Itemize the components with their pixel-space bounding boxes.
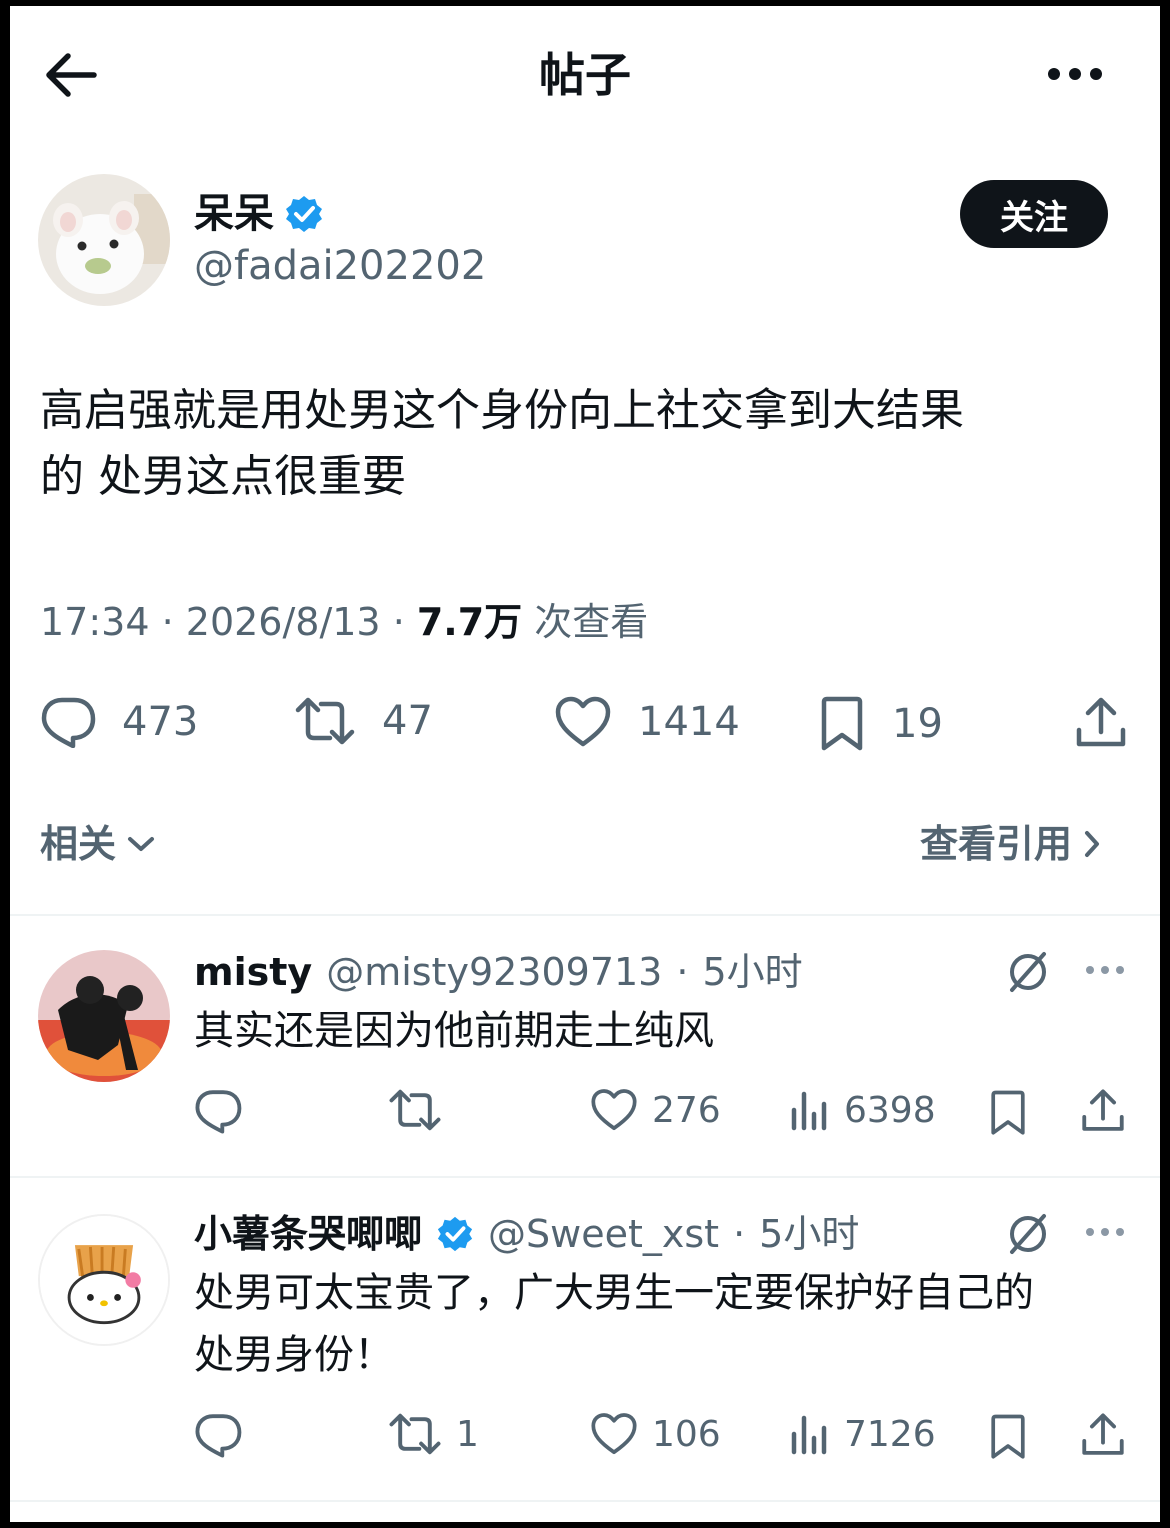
comment-header: 小薯条哭唧唧 @Sweet_xst · 5小时 [194, 1212, 859, 1256]
comment-dot: · [676, 950, 689, 994]
comment-like-action[interactable]: 106 [590, 1412, 721, 1456]
author-avatar[interactable] [38, 174, 170, 306]
comment-time: 5小时 [702, 950, 803, 994]
comment-share-button[interactable] [1080, 1088, 1126, 1134]
more-dots-icon [1086, 1228, 1124, 1236]
comment-bookmark-button[interactable] [988, 1090, 1028, 1136]
comment-text-line: 处男身份！ [194, 1332, 394, 1378]
verified-badge-icon [286, 196, 322, 232]
reply-action[interactable]: 473 [40, 696, 198, 748]
reply-count: 473 [122, 699, 199, 745]
repost-count: 47 [382, 698, 433, 744]
author-name-row[interactable]: 呆呆 [194, 192, 324, 236]
more-dots-icon [1086, 966, 1124, 974]
bookmark-count: 19 [892, 701, 943, 747]
grok-icon [1010, 1214, 1046, 1254]
author-name: 呆呆 [194, 191, 274, 237]
like-count: 1414 [638, 699, 740, 745]
views-chart-icon [791, 1091, 827, 1131]
comment-share-button[interactable] [1080, 1412, 1126, 1458]
comment-like-action[interactable]: 276 [590, 1088, 721, 1132]
post-date: 2026/8/13 [185, 600, 381, 644]
comment-repost-action[interactable]: 1 [388, 1412, 479, 1456]
comment-header: misty @misty92309713 · 5小时 [194, 950, 803, 994]
author-handle[interactable]: @fadai202202 [194, 244, 486, 288]
divider [10, 1500, 1160, 1502]
post-text: 高启强就是用处男这个身份向上社交拿到大结果 的 处男这点很重要 [40, 378, 1120, 510]
views-chart-icon [791, 1415, 827, 1455]
views-count: 7.7万 [416, 600, 523, 644]
related-dropdown[interactable]: 相关 [40, 824, 156, 864]
comment-views-count: 7126 [844, 1413, 936, 1455]
view-quotes-label: 查看引用 [920, 822, 1073, 866]
reply-icon [195, 1090, 242, 1134]
view-quotes-link[interactable]: 查看引用 [920, 824, 1102, 864]
comment-text: 其实还是因为他前期走土纯风 [194, 1008, 714, 1054]
grok-button[interactable] [1006, 950, 1050, 994]
heart-icon [555, 696, 611, 747]
comment-text-line: 处男可太宝贵了，广大男生一定要保护好自己的 [194, 1270, 1034, 1316]
like-action[interactable]: 1414 [554, 696, 740, 748]
views-label: 次查看 [534, 600, 649, 644]
post-detail-screen: 帖子 呆呆 @fadai202202 关注 高启强就是用处男这个身份向上社交拿到… [10, 6, 1160, 1522]
share-icon [1076, 697, 1126, 747]
divider [10, 1176, 1160, 1178]
heart-icon [591, 1089, 637, 1131]
repost-icon [389, 1413, 441, 1455]
comment-time: 5小时 [759, 1212, 860, 1256]
heart-icon [591, 1413, 637, 1455]
comment-author-handle[interactable]: @misty92309713 [326, 950, 662, 994]
comment-bookmark-button[interactable] [988, 1414, 1028, 1460]
comment-text: 处男可太宝贵了，广大男生一定要保护好自己的 处男身份！ [194, 1262, 1144, 1386]
reply-icon [195, 1414, 242, 1458]
comment-views-action[interactable]: 6398 [790, 1088, 936, 1132]
bookmark-action[interactable]: 19 [818, 696, 943, 752]
bookmark-icon [821, 696, 863, 751]
comment-author-name[interactable]: 小薯条哭唧唧 [194, 1212, 422, 1256]
reply-icon [41, 697, 96, 748]
share-icon [1082, 1413, 1124, 1455]
comment-repost-action[interactable] [388, 1088, 456, 1132]
post-time: 17:34 [40, 600, 150, 644]
bookmark-icon [991, 1090, 1025, 1135]
comment-avatar[interactable] [38, 950, 170, 1082]
comment-more-button[interactable] [1084, 964, 1126, 976]
divider [10, 914, 1160, 916]
chevron-right-icon [1085, 831, 1100, 857]
post-text-line: 的 处男这点很重要 [40, 451, 406, 502]
more-dots-icon [1048, 68, 1102, 80]
share-button[interactable] [1074, 696, 1128, 750]
repost-icon [389, 1089, 441, 1131]
grok-button[interactable] [1006, 1212, 1050, 1256]
comment-repost-count: 1 [456, 1413, 479, 1455]
repost-action[interactable]: 47 [294, 696, 433, 746]
comment-views-count: 6398 [844, 1089, 936, 1131]
comment-like-count: 106 [652, 1413, 721, 1455]
verified-badge-icon [437, 1216, 473, 1252]
post-text-line: 高启强就是用处男这个身份向上社交拿到大结果 [40, 385, 964, 436]
comment-dot: · [733, 1212, 746, 1256]
comment-reply-action[interactable] [194, 1088, 256, 1134]
chevron-down-icon [128, 837, 155, 851]
share-icon [1082, 1089, 1124, 1131]
post-meta: 17:34 · 2026/8/13 · 7.7万 次查看 [40, 600, 649, 644]
comment-more-button[interactable] [1084, 1226, 1126, 1238]
grok-icon [1010, 952, 1046, 992]
comment-author-handle[interactable]: @Sweet_xst [488, 1212, 719, 1256]
more-options-button[interactable] [1046, 66, 1104, 82]
bookmark-icon [991, 1414, 1025, 1459]
follow-button[interactable]: 关注 [960, 180, 1108, 248]
comment-reply-action[interactable] [194, 1412, 256, 1458]
repost-icon [295, 697, 355, 745]
comment-like-count: 276 [652, 1089, 721, 1131]
comment-author-name[interactable]: misty [194, 950, 312, 994]
comment-avatar[interactable] [38, 1214, 170, 1346]
comment-views-action[interactable]: 7126 [790, 1412, 936, 1456]
related-label: 相关 [40, 822, 117, 866]
page-title: 帖子 [539, 48, 631, 102]
